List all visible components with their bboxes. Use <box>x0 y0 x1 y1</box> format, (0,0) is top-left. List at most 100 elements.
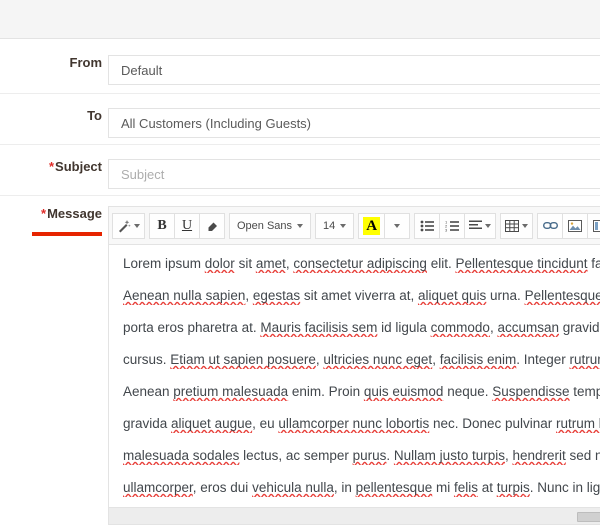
misspelled-word: accumsan <box>497 320 559 335</box>
label-from: From <box>0 55 108 71</box>
unordered-list-button[interactable] <box>414 212 441 239</box>
toolbar-group-font-size: 14 <box>315 212 355 239</box>
page-top-band <box>0 0 600 39</box>
resize-grip-icon[interactable] <box>577 512 600 522</box>
magic-wand-icon <box>117 219 131 233</box>
misspelled-word: amet <box>255 256 286 271</box>
picture-button[interactable] <box>562 212 589 239</box>
misspelled-word: facilisis enim <box>439 352 517 367</box>
numbered-list-icon: 1 2 3 <box>445 219 460 232</box>
label-message: *Message <box>0 206 108 236</box>
editor-toolbar: B U Open Sans 14 A 1 2 3 <box>109 207 600 245</box>
magic-wand-button[interactable] <box>112 212 145 239</box>
to-input[interactable]: All Customers (Including Guests) <box>108 108 600 138</box>
bold-button[interactable]: B <box>149 212 175 239</box>
font-family-value: Open Sans <box>237 219 293 232</box>
form-row-to: To All Customers (Including Guests) <box>0 94 600 145</box>
toolbar-group-font-family: Open Sans <box>229 212 312 239</box>
newsletter-form: From Default To All Customers (Including… <box>0 39 600 525</box>
misspelled-word: ultricies nunc eget <box>323 352 433 367</box>
toolbar-group-lists: 1 2 3 <box>414 212 497 239</box>
label-to: To <box>0 108 108 124</box>
toolbar-group-style <box>112 212 145 239</box>
svg-text:3: 3 <box>445 227 448 231</box>
editor-line: ullamcorper, eros dui vehicula nulla, in… <box>109 479 600 497</box>
body-text: gravida <box>562 320 600 335</box>
field-subject: Subject <box>108 159 600 189</box>
label-subject: *Subject <box>0 159 108 175</box>
misspelled-word: rutrum leo <box>556 416 600 431</box>
misspelled-word: Pellentesque <box>524 288 600 303</box>
body-text: sit <box>234 256 256 271</box>
video-icon <box>593 219 600 232</box>
body-text: Lorem ipsum <box>123 256 205 271</box>
body-text: porta eros pharetra at. <box>123 320 261 335</box>
font-size-value: 14 <box>323 219 336 232</box>
table-button[interactable] <box>500 212 534 239</box>
body-text: , <box>245 288 253 303</box>
field-from: Default <box>108 55 600 85</box>
body-text: . Nunc in ligula <box>529 480 600 495</box>
chevron-down-icon <box>394 223 401 228</box>
paragraph-align-button[interactable] <box>464 212 497 239</box>
form-row-message: *Message B U Open Sans 14 A 1 2 3 Lorem … <box>0 196 600 525</box>
editor-paragraph-2: Aenean pretium malesuada enim. Proin qui… <box>109 383 600 507</box>
wysiwyg-editor: B U Open Sans 14 A 1 2 3 Lorem ipsum dol… <box>108 206 600 525</box>
toolbar-group-insert <box>537 212 600 239</box>
ordered-list-button[interactable]: 1 2 3 <box>439 212 466 239</box>
body-text: sit amet viverra at, <box>300 288 418 303</box>
label-to-text: To <box>87 108 102 123</box>
form-row-from: From Default <box>0 39 600 94</box>
body-text: . <box>386 448 394 463</box>
misspelled-word: commodo <box>430 320 490 335</box>
text-color-button[interactable]: A <box>358 212 386 239</box>
misspelled-word: quis euismod <box>363 384 444 399</box>
font-size-select[interactable]: 14 <box>315 212 355 239</box>
picture-icon <box>568 219 583 232</box>
body-text: Aenean <box>123 384 174 399</box>
label-subject-word: Subject <box>55 159 102 174</box>
required-asterisk-subject: * <box>48 159 55 174</box>
link-button[interactable] <box>537 212 564 239</box>
body-text: , eu <box>252 416 279 431</box>
bullet-list-icon <box>420 220 435 232</box>
underline-button[interactable]: U <box>174 212 200 239</box>
video-button[interactable] <box>587 212 600 239</box>
table-icon <box>505 219 520 232</box>
link-icon <box>542 220 558 231</box>
misspelled-word: Mauris facilisis sem <box>260 320 378 335</box>
form-row-subject: *Subject Subject <box>0 145 600 196</box>
text-color-menu-button[interactable] <box>384 212 411 239</box>
underline-icon: U <box>181 217 193 233</box>
toolbar-group-table <box>500 212 534 239</box>
required-asterisk-message: * <box>41 206 47 221</box>
body-text: cursus. <box>123 352 171 367</box>
body-text: nec. Donec pulvinar <box>429 416 557 431</box>
editor-content-area[interactable]: Lorem ipsum dolor sit amet, consectetur … <box>109 245 600 507</box>
magic-wand-caret-icon <box>134 223 140 228</box>
label-message-text: *Message <box>41 206 102 222</box>
misspelled-word: aliquet quis <box>417 288 487 303</box>
editor-line: porta eros pharetra at. Mauris facilisis… <box>109 319 600 337</box>
misspelled-word: purus <box>352 448 387 463</box>
misspelled-word: turpis <box>496 480 530 495</box>
toolbar-group-format: B U <box>149 212 225 239</box>
editor-line: gravida aliquet augue, eu ullamcorper nu… <box>109 415 600 433</box>
subject-input[interactable]: Subject <box>108 159 600 189</box>
misspelled-word: consectetur adipiscing <box>293 256 427 271</box>
misspelled-word: hendrerit <box>512 448 566 463</box>
paragraph-caret-icon <box>485 223 492 228</box>
from-input[interactable]: Default <box>108 55 600 85</box>
editor-line: Lorem ipsum dolor sit amet, consectetur … <box>109 255 600 273</box>
font-family-select[interactable]: Open Sans <box>229 212 312 239</box>
font-family-caret-icon <box>297 223 304 228</box>
misspelled-word: pellentesque <box>355 480 433 495</box>
body-text: enim. Proin <box>288 384 364 399</box>
remove-format-button[interactable] <box>199 212 225 239</box>
body-text: . Integer <box>516 352 570 367</box>
misspelled-word: rutrum euismod <box>569 352 600 367</box>
misspelled-word: malesuada sodales <box>123 448 240 463</box>
table-caret-icon <box>522 223 529 228</box>
body-text: facilisis <box>591 256 600 271</box>
body-text: urna. <box>486 288 525 303</box>
